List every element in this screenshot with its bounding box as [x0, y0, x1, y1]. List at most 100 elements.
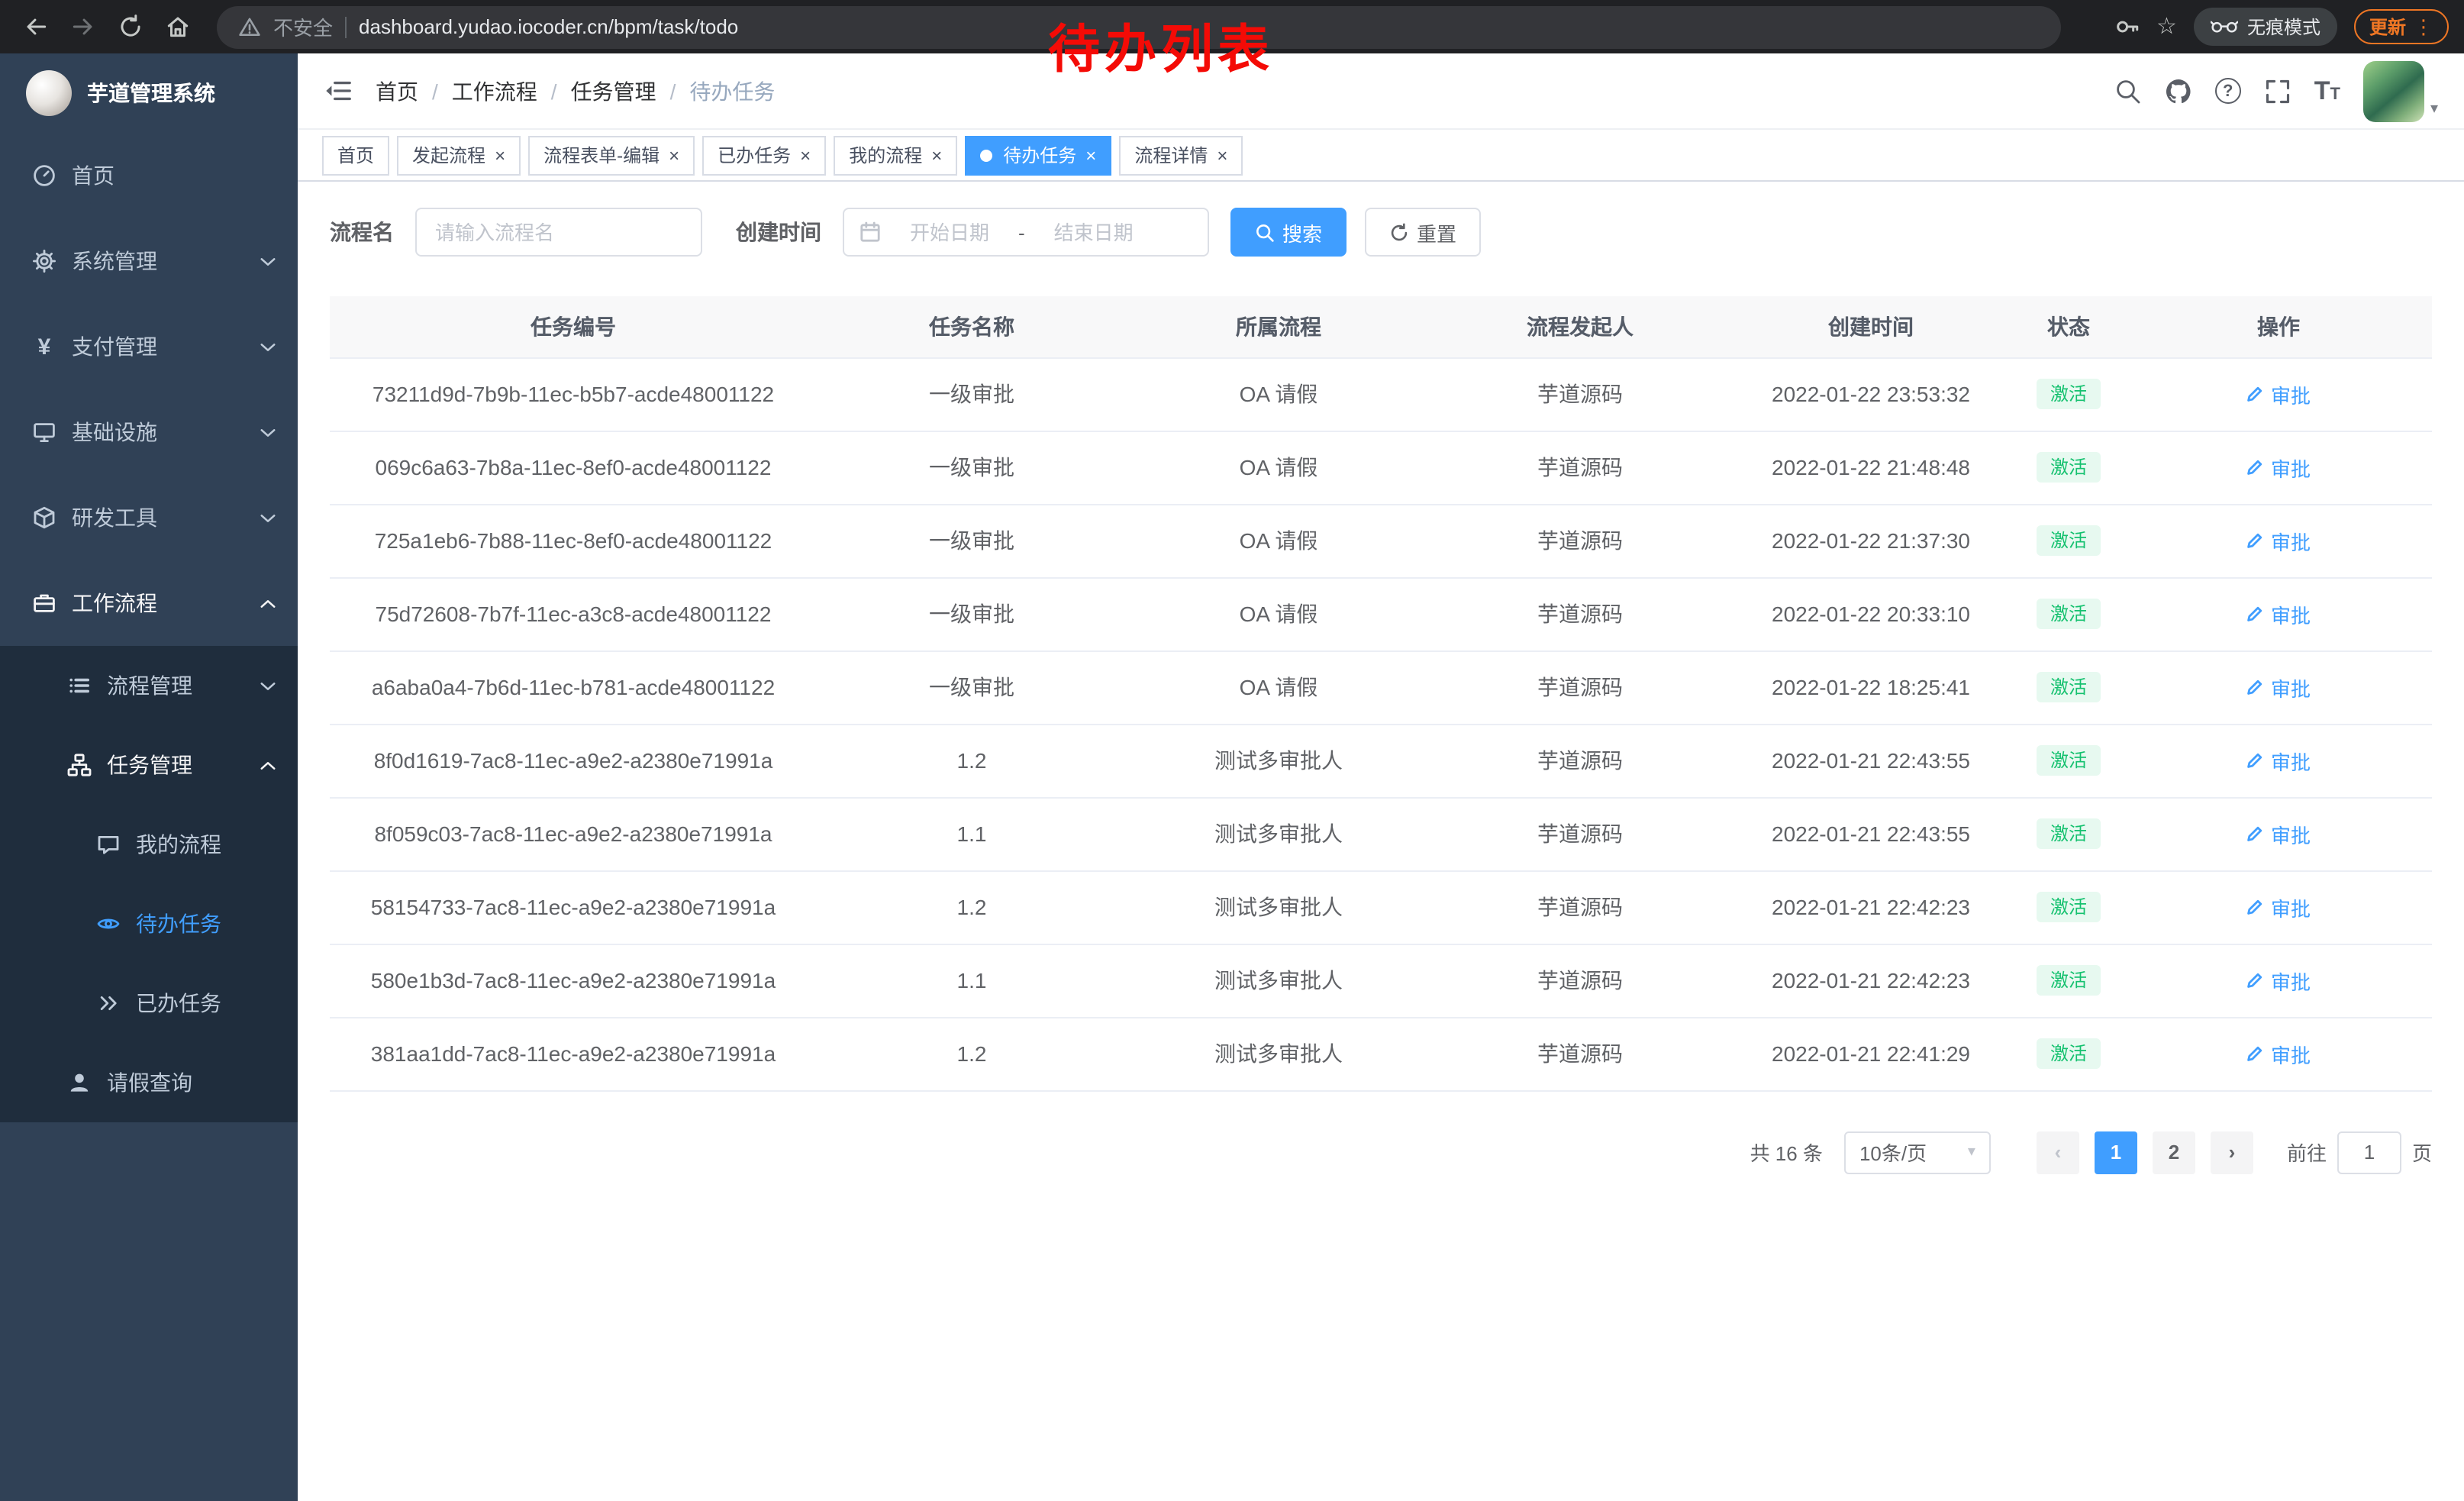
page-size-select[interactable]: 10条/页 ▾: [1844, 1131, 1991, 1173]
cell-task-name: 1.2: [817, 870, 1127, 944]
back-icon[interactable]: [15, 6, 56, 47]
app-logo: [26, 70, 72, 116]
update-browser-button[interactable]: 更新 ⋮: [2354, 9, 2449, 44]
cell-starter: 芋道源码: [1430, 504, 1730, 577]
sidebar-item-payment[interactable]: ¥ 支付管理: [0, 304, 298, 389]
tab-todo-tasks[interactable]: 待办任务×: [965, 135, 1111, 175]
approve-link[interactable]: 审批: [2246, 526, 2311, 555]
approve-link[interactable]: 审批: [2246, 966, 2311, 995]
process-name-input[interactable]: [415, 208, 702, 257]
fullscreen-icon[interactable]: [2264, 77, 2291, 105]
password-key-icon[interactable]: [2114, 14, 2140, 40]
cube-icon: [32, 505, 56, 530]
app-logo-row[interactable]: 芋道管理系统: [0, 53, 298, 133]
breadcrumb: 首页 / 工作流程 / 任务管理 / 待办任务: [376, 76, 775, 106]
status-badge: 激活: [2037, 379, 2101, 409]
table-row: 73211d9d-7b9b-11ec-b5b7-acde48001122 一级审…: [330, 357, 2432, 431]
cell-starter: 芋道源码: [1430, 944, 1730, 1017]
page-button-1[interactable]: 1: [2095, 1131, 2137, 1173]
github-icon[interactable]: [2165, 77, 2192, 105]
start-date-input[interactable]: [890, 221, 1009, 244]
search-icon[interactable]: [2114, 77, 2142, 105]
approve-link[interactable]: 审批: [2246, 673, 2311, 702]
cell-starter: 芋道源码: [1430, 577, 1730, 650]
sidebar-fold-icon[interactable]: [324, 76, 353, 105]
refresh-icon[interactable]: [110, 6, 151, 47]
close-icon[interactable]: ×: [669, 146, 679, 164]
chevron-down-icon: [260, 256, 276, 266]
tab-process-detail[interactable]: 流程详情×: [1119, 135, 1243, 175]
sidebar-item-done-tasks[interactable]: 已办任务: [0, 964, 298, 1043]
end-date-input[interactable]: [1034, 221, 1153, 244]
chevron-down-icon: [260, 512, 276, 523]
browser-menu-icon: ⋮: [2414, 15, 2433, 39]
tab-initiate-process[interactable]: 发起流程×: [397, 135, 521, 175]
cell-task-name: 1.2: [817, 724, 1127, 797]
approve-link[interactable]: 审批: [2246, 453, 2311, 482]
sidebar-item-my-process[interactable]: 我的流程: [0, 805, 298, 884]
tab-done-tasks[interactable]: 已办任务×: [702, 135, 826, 175]
sidebar-item-process-mgmt[interactable]: 流程管理: [0, 646, 298, 725]
breadcrumb-item-workflow[interactable]: 工作流程: [452, 76, 537, 106]
date-range-separator: -: [1018, 221, 1025, 244]
gear-icon: [32, 249, 56, 273]
sidebar-item-home[interactable]: 首页: [0, 133, 298, 218]
close-icon[interactable]: ×: [931, 146, 942, 164]
breadcrumb-separator: /: [670, 79, 676, 103]
cell-task-id: 75d72608-7b7f-11ec-a3c8-acde48001122: [330, 577, 817, 650]
sidebar-item-task-mgmt[interactable]: 任务管理: [0, 725, 298, 805]
edit-pencil-icon: [2246, 751, 2265, 770]
approve-link[interactable]: 审批: [2246, 1039, 2311, 1068]
sidebar-item-infra[interactable]: 基础设施: [0, 389, 298, 475]
bookmark-star-icon[interactable]: ☆: [2156, 15, 2177, 38]
annotation-overlay: 待办列表: [989, 8, 1333, 82]
page-button-2[interactable]: 2: [2153, 1131, 2195, 1173]
url-text: dashboard.yudao.iocoder.cn/bpm/task/todo: [359, 15, 738, 38]
approve-link[interactable]: 审批: [2246, 819, 2311, 848]
approve-link[interactable]: 审批: [2246, 379, 2311, 408]
approve-link[interactable]: 审批: [2246, 893, 2311, 922]
cell-process: OA 请假: [1127, 357, 1430, 431]
status-badge: 激活: [2037, 818, 2101, 849]
prev-page-button[interactable]: ‹: [2037, 1131, 2079, 1173]
col-header-task-id: 任务编号: [330, 296, 817, 357]
cell-task-name: 一级审批: [817, 577, 1127, 650]
close-icon[interactable]: ×: [1217, 146, 1227, 164]
sidebar-item-devtools[interactable]: 研发工具: [0, 475, 298, 560]
breadcrumb-item-home[interactable]: 首页: [376, 76, 418, 106]
col-header-task-name: 任务名称: [817, 296, 1127, 357]
tab-my-process[interactable]: 我的流程×: [834, 135, 957, 175]
date-range-picker[interactable]: -: [843, 208, 1209, 257]
next-page-button[interactable]: ›: [2211, 1131, 2253, 1173]
cell-starter: 芋道源码: [1430, 724, 1730, 797]
chevron-up-icon: [260, 598, 276, 608]
table-row: 8f059c03-7ac8-11ec-a9e2-a2380e71991a 1.1…: [330, 797, 2432, 870]
cell-create-time: 2022-01-22 23:53:32: [1730, 357, 2012, 431]
user-avatar-wrap[interactable]: ▾: [2363, 60, 2438, 121]
table-row: 8f0d1619-7ac8-11ec-a9e2-a2380e71991a 1.2…: [330, 724, 2432, 797]
incognito-glasses-icon: [2211, 20, 2238, 34]
tab-process-form-edit[interactable]: 流程表单-编辑×: [528, 135, 695, 175]
search-button[interactable]: 搜索: [1230, 208, 1346, 257]
close-icon[interactable]: ×: [495, 146, 505, 164]
goto-page-input[interactable]: [2337, 1131, 2401, 1173]
reset-button[interactable]: 重置: [1365, 208, 1481, 257]
breadcrumb-item-task-mgmt[interactable]: 任务管理: [571, 76, 656, 106]
approve-link[interactable]: 审批: [2246, 599, 2311, 628]
cell-task-name: 一级审批: [817, 650, 1127, 724]
edit-pencil-icon: [2246, 385, 2265, 403]
tab-home[interactable]: 首页: [322, 135, 389, 175]
home-icon[interactable]: [157, 6, 198, 47]
help-icon[interactable]: ?: [2215, 78, 2241, 104]
font-size-icon[interactable]: TT: [2314, 78, 2340, 104]
sidebar-item-system[interactable]: 系统管理: [0, 218, 298, 304]
close-icon[interactable]: ×: [800, 146, 811, 164]
close-icon[interactable]: ×: [1085, 146, 1096, 164]
sidebar-item-workflow[interactable]: 工作流程: [0, 560, 298, 646]
approve-link[interactable]: 审批: [2246, 746, 2311, 775]
app-title: 芋道管理系统: [87, 78, 215, 108]
forward-icon[interactable]: [63, 6, 104, 47]
cell-task-id: 8f059c03-7ac8-11ec-a9e2-a2380e71991a: [330, 797, 817, 870]
sidebar-item-todo-tasks[interactable]: 待办任务: [0, 884, 298, 964]
sidebar-item-leave-query[interactable]: 请假查询: [0, 1043, 298, 1122]
